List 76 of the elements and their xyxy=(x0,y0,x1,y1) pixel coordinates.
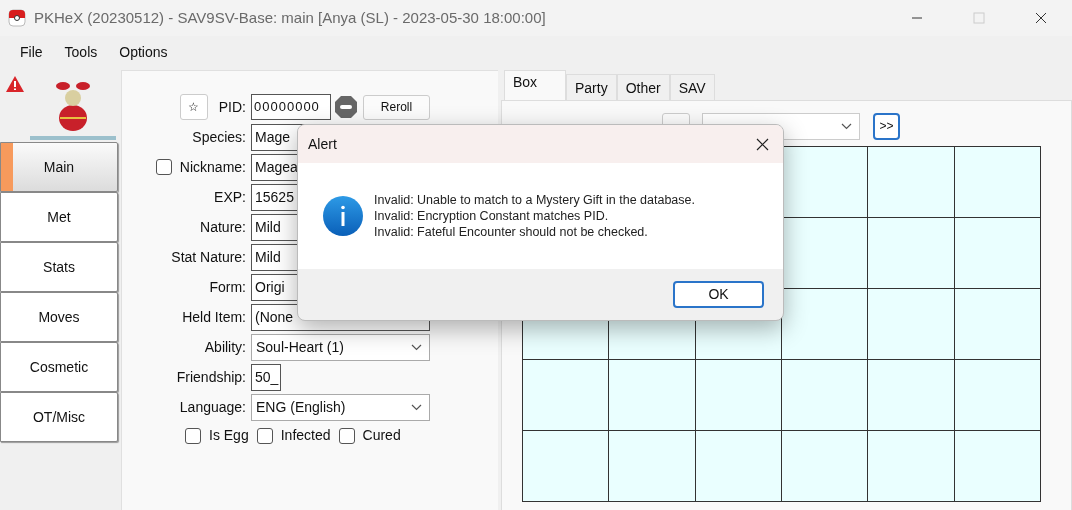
box-slot[interactable] xyxy=(782,218,869,289)
alert-message: Invalid: Fateful Encounter should not be checked. xyxy=(374,224,649,240)
tab[interactable]: Box xyxy=(504,70,566,100)
box-slot[interactable] xyxy=(609,431,696,502)
field-label: Species: xyxy=(192,127,246,147)
star-button[interactable]: ☆ xyxy=(179,94,208,120)
stop-icon[interactable] xyxy=(334,95,358,119)
side-tab[interactable]: Stats xyxy=(0,242,118,292)
warning-icon[interactable] xyxy=(6,76,24,92)
field-label: Stat Nature: xyxy=(171,247,246,267)
box-slot[interactable] xyxy=(695,360,782,431)
box-slot[interactable] xyxy=(782,360,869,431)
box-slot[interactable] xyxy=(954,360,1041,431)
window-title: PKHeX (20230512) - SAV9SV-Base: main [Anya (SL) - 2023-05-30 18:00:00] xyxy=(34,7,546,28)
dropdown-value: Soul-Heart (1) xyxy=(256,337,344,357)
checkbox[interactable] xyxy=(338,427,355,444)
alert-message: Invalid: Encryption Constant matches PID. xyxy=(374,208,610,224)
checkbox[interactable] xyxy=(185,427,201,444)
checkbox-label: Cured xyxy=(362,426,401,445)
checkbox-label: Is Egg xyxy=(209,426,249,445)
chevron-down-icon xyxy=(411,403,422,411)
chevron-down-icon xyxy=(841,122,852,130)
ok-button[interactable]: OK xyxy=(673,281,764,308)
box-slot[interactable] xyxy=(954,431,1041,502)
box-slot[interactable] xyxy=(868,289,955,360)
box-slot[interactable] xyxy=(695,431,782,502)
side-tab[interactable]: Met xyxy=(0,192,118,242)
selected-marker xyxy=(1,143,13,191)
checkbox-label: Infected xyxy=(280,426,331,445)
menu-item[interactable]: File xyxy=(20,41,43,63)
tab[interactable]: Party xyxy=(566,74,617,100)
reroll-button[interactable]: Reroll xyxy=(363,94,430,120)
field-label: Held Item: xyxy=(182,307,246,327)
info-icon xyxy=(323,196,363,236)
checkbox[interactable] xyxy=(155,159,172,175)
close-icon[interactable] xyxy=(756,137,769,151)
alert-message: Invalid: Unable to match to a Mystery Gift in the database. xyxy=(374,192,695,208)
field-label: EXP: xyxy=(214,187,246,207)
box-slot[interactable] xyxy=(868,431,955,502)
box-slot[interactable] xyxy=(954,289,1041,360)
box-slot[interactable] xyxy=(954,147,1041,218)
input-field[interactable]: 50_ xyxy=(251,363,281,391)
box-slot[interactable] xyxy=(523,360,610,431)
close-icon[interactable] xyxy=(1035,12,1047,24)
side-tab[interactable]: Main xyxy=(0,142,118,192)
box-slot[interactable] xyxy=(782,289,869,360)
box-slot[interactable] xyxy=(523,431,610,502)
chevron-down-icon xyxy=(411,343,422,351)
box-slot[interactable] xyxy=(609,360,696,431)
dropdown[interactable]: ENG (English) xyxy=(251,393,430,421)
box-slot[interactable] xyxy=(954,218,1041,289)
dropdown[interactable]: Soul-Heart (1) xyxy=(251,333,430,361)
box-slot[interactable] xyxy=(868,360,955,431)
side-tab[interactable]: Moves xyxy=(0,292,118,342)
dialog-title: Alert xyxy=(308,134,337,154)
field-label: Language: xyxy=(179,397,246,417)
side-tab[interactable]: Cosmetic xyxy=(0,342,118,392)
field-label: Ability: xyxy=(204,337,246,357)
tab[interactable]: Other xyxy=(616,74,670,100)
tab[interactable]: SAV xyxy=(669,74,715,100)
menu-item[interactable]: Options xyxy=(119,41,168,63)
pid-field[interactable]: 00000000 xyxy=(251,94,331,120)
box-slot[interactable] xyxy=(868,218,955,289)
box-slot[interactable] xyxy=(868,147,955,218)
box-slot[interactable] xyxy=(782,431,869,502)
box-slot[interactable] xyxy=(782,147,869,218)
field-label: Friendship: xyxy=(176,367,246,387)
next-box-button[interactable]: >> xyxy=(873,112,900,140)
field-label: Form: xyxy=(209,277,246,297)
field-label: PID: xyxy=(218,97,246,117)
dropdown-value: ENG (English) xyxy=(256,397,346,417)
field-label: Nature: xyxy=(200,217,246,237)
checkbox[interactable] xyxy=(256,427,273,444)
side-tab[interactable]: OT/Misc xyxy=(0,392,118,442)
field-label: Nickname: xyxy=(179,157,246,177)
menu-item[interactable]: Tools xyxy=(64,41,98,63)
